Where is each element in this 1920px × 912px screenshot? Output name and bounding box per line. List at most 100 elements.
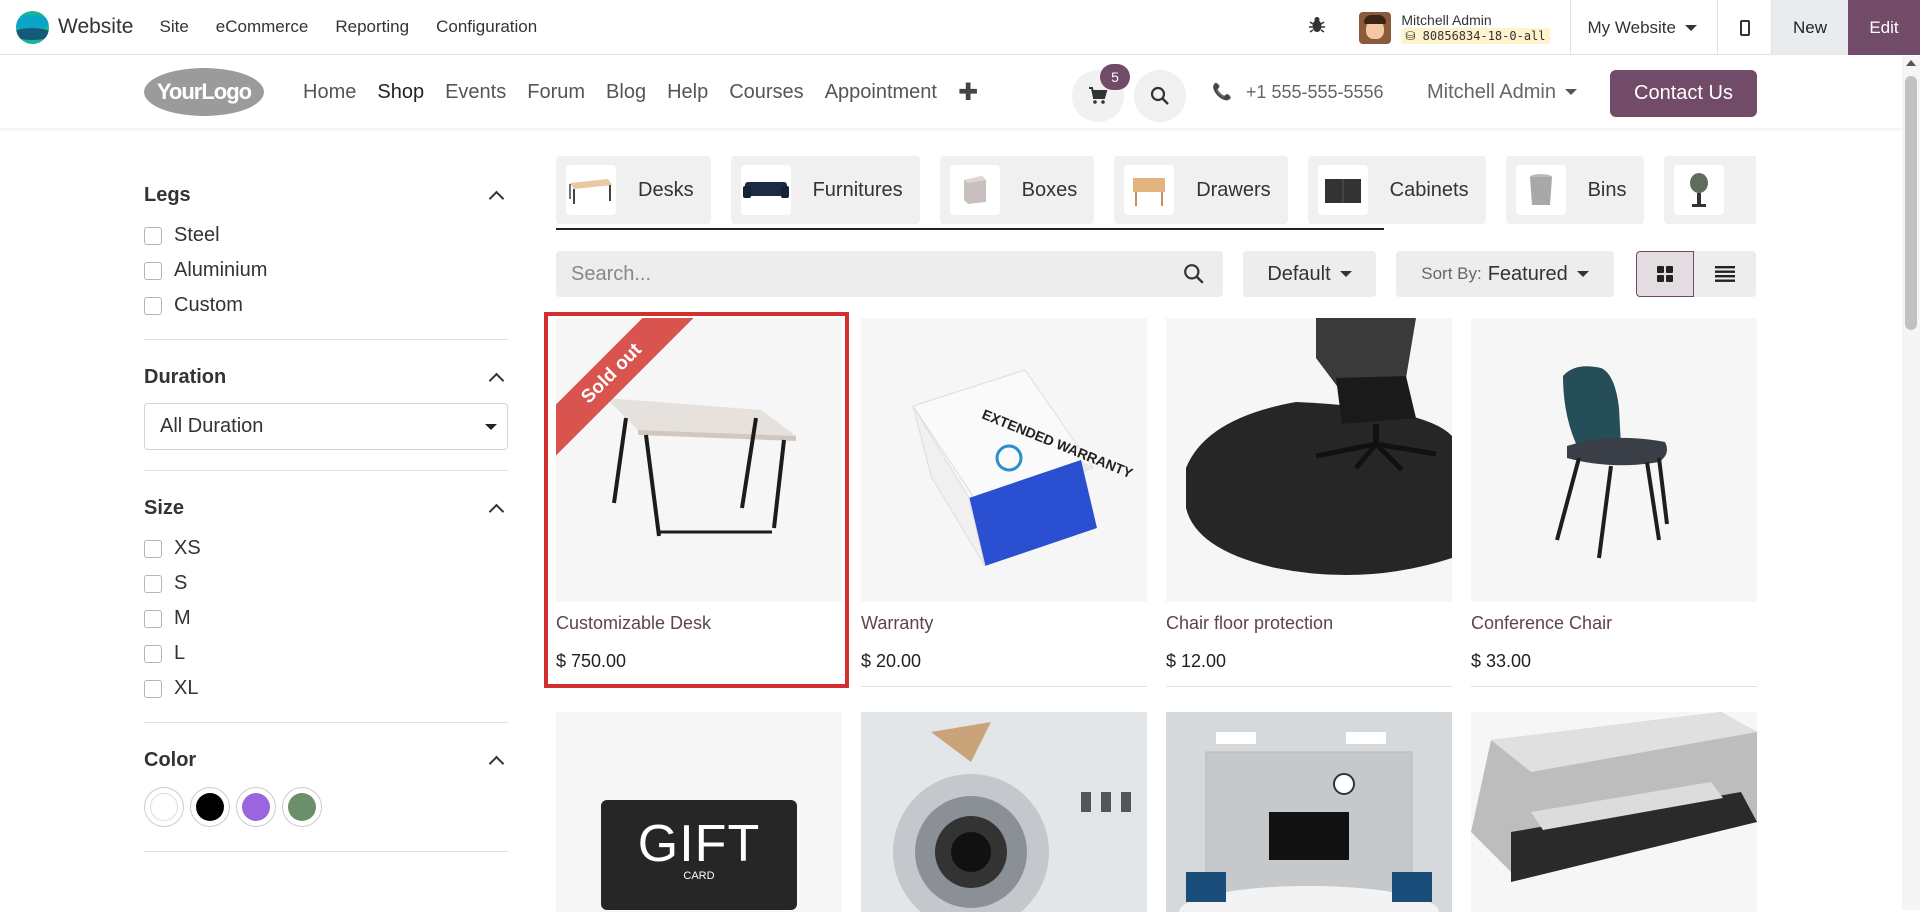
checkbox[interactable]	[144, 679, 162, 698]
site-user-menu[interactable]: Mitchell Admin	[1427, 56, 1577, 128]
product-card-conference-chair[interactable]: Conference Chair $ 33.00	[1471, 318, 1757, 687]
admin-menu-ecommerce[interactable]: eCommerce	[216, 17, 309, 37]
checkbox[interactable]	[144, 261, 162, 280]
list-view-button[interactable]	[1694, 251, 1756, 297]
product-card-projector[interactable]	[861, 712, 1147, 912]
nav-blog[interactable]: Blog	[606, 81, 646, 104]
chevron-up-icon	[488, 755, 505, 771]
product-name[interactable]: Conference Chair	[1471, 613, 1757, 637]
checkbox[interactable]	[144, 609, 162, 628]
checkbox[interactable]	[144, 296, 162, 315]
product-card-chair-floor-protection[interactable]: Chair floor protection $ 12.00	[1166, 318, 1452, 687]
filter-option-m[interactable]: M	[144, 601, 508, 636]
list-icon	[1715, 266, 1735, 282]
page-scrollbar-thumb[interactable]	[1905, 76, 1917, 330]
filter-color-header[interactable]: Color	[144, 745, 508, 775]
category-drawers[interactable]: Drawers	[1114, 156, 1288, 224]
filter-option-xs[interactable]: XS	[144, 531, 508, 566]
grid-view-button[interactable]	[1636, 251, 1694, 297]
color-swatch-green[interactable]	[282, 787, 322, 827]
category-label: Cabinets	[1389, 178, 1469, 201]
add-menu-plus-icon[interactable]: ✚	[958, 78, 978, 107]
cart-button[interactable]: 5	[1072, 64, 1130, 122]
checkbox[interactable]	[144, 226, 162, 245]
admin-menu-site[interactable]: Site	[159, 17, 188, 37]
database-badge: ⛁ 80856834-18-0-all	[1401, 27, 1550, 44]
color-swatch-purple[interactable]	[236, 787, 276, 827]
checkbox[interactable]	[144, 574, 162, 593]
checkbox[interactable]	[144, 644, 162, 663]
category-lamps[interactable]	[1663, 156, 1756, 224]
site-user-name: Mitchell Admin	[1427, 80, 1556, 103]
admin-menu-reporting[interactable]: Reporting	[335, 17, 409, 37]
site-logo[interactable]: YourLogo	[144, 68, 264, 116]
site-logo-text: YourLogo	[156, 79, 252, 104]
category-label: Desks	[638, 178, 694, 201]
nav-courses[interactable]: Courses	[729, 81, 803, 104]
product-image[interactable]	[1166, 318, 1452, 602]
debug-bug-icon[interactable]	[1287, 16, 1347, 39]
admin-right-section: Mitchell Admin ⛁ 80856834-18-0-all My We…	[1287, 0, 1920, 55]
nav-forum[interactable]: Forum	[527, 81, 585, 104]
product-name[interactable]: Warranty	[861, 613, 1147, 637]
website-switcher-label: My Website	[1587, 17, 1677, 37]
search-icon[interactable]	[1183, 263, 1205, 285]
apps-home-button[interactable]: Website	[16, 0, 133, 55]
product-card-conference-room[interactable]	[1166, 712, 1452, 912]
category-cabinets[interactable]: Cabinets	[1307, 156, 1486, 224]
product-search-input[interactable]: Search...	[556, 251, 1223, 297]
category-carousel: Desks Furnitures Boxes Drawers Cabinets …	[556, 156, 1756, 230]
user-menu[interactable]: Mitchell Admin ⛁ 80856834-18-0-all	[1347, 0, 1571, 55]
duration-select[interactable]: All Duration	[144, 403, 508, 450]
filter-duration-header[interactable]: Duration	[144, 362, 508, 392]
product-price: $ 12.00	[1166, 651, 1227, 671]
product-name[interactable]: Chair floor protection	[1166, 613, 1452, 637]
product-image[interactable]	[1471, 318, 1757, 602]
product-image[interactable]: EXTENDED WARRANTY	[861, 318, 1147, 602]
new-button[interactable]: New	[1772, 0, 1848, 55]
filter-option-xl[interactable]: XL	[144, 671, 508, 706]
nav-events[interactable]: Events	[445, 81, 506, 104]
product-card-gift-card[interactable]: GIFT CARD	[556, 712, 842, 912]
contact-us-button[interactable]: Contact Us	[1610, 70, 1757, 117]
product-card-warranty[interactable]: EXTENDED WARRANTY Warranty $ 20.00	[861, 318, 1147, 687]
category-boxes[interactable]: Boxes	[939, 156, 1095, 224]
cart-icon	[1089, 87, 1108, 104]
search-icon	[1150, 86, 1169, 105]
product-card-printer[interactable]	[1471, 712, 1757, 912]
filter-option-steel[interactable]: Steel	[144, 218, 508, 253]
nav-help[interactable]: Help	[667, 81, 708, 104]
nav-shop[interactable]: Shop	[377, 81, 424, 104]
filter-option-custom[interactable]: Custom	[144, 288, 508, 323]
product-price: $ 20.00	[861, 651, 922, 671]
nav-appointment[interactable]: Appointment	[825, 81, 937, 104]
search-placeholder: Search...	[571, 262, 652, 285]
scroll-up-arrow-icon[interactable]	[1906, 60, 1916, 66]
category-desks[interactable]: Desks	[556, 156, 711, 224]
gift-card-small-text: CARD	[683, 870, 715, 882]
filter-legs-header[interactable]: Legs	[144, 180, 508, 210]
checkbox[interactable]	[144, 539, 162, 558]
admin-menu-configuration[interactable]: Configuration	[436, 17, 537, 37]
filter-option-s[interactable]: S	[144, 566, 508, 601]
edit-button[interactable]: Edit	[1848, 0, 1920, 55]
admin-menu: Site eCommerce Reporting Configuration	[159, 17, 564, 37]
filter-size-header[interactable]: Size	[144, 493, 508, 523]
sort-dropdown[interactable]: Sort By: Featured	[1396, 251, 1614, 297]
search-button[interactable]	[1134, 70, 1186, 122]
category-bins[interactable]: Bins	[1505, 156, 1644, 224]
pricelist-dropdown[interactable]: Default	[1243, 251, 1376, 297]
phone-contact[interactable]: 📞 +1 555-555-5556	[1212, 56, 1384, 128]
selected-product-highlight	[544, 312, 849, 688]
website-switcher[interactable]: My Website	[1571, 0, 1718, 55]
caret-down-icon	[1685, 24, 1697, 31]
category-furnitures[interactable]: Furnitures	[730, 156, 920, 224]
color-swatch-white[interactable]	[144, 787, 184, 827]
mobile-preview-button[interactable]	[1718, 0, 1772, 55]
color-swatch-black[interactable]	[190, 787, 230, 827]
card-divider	[1166, 686, 1452, 687]
caret-down-icon	[1576, 271, 1589, 277]
nav-home[interactable]: Home	[303, 81, 356, 104]
filter-option-l[interactable]: L	[144, 636, 508, 671]
filter-option-aluminium[interactable]: Aluminium	[144, 253, 508, 288]
